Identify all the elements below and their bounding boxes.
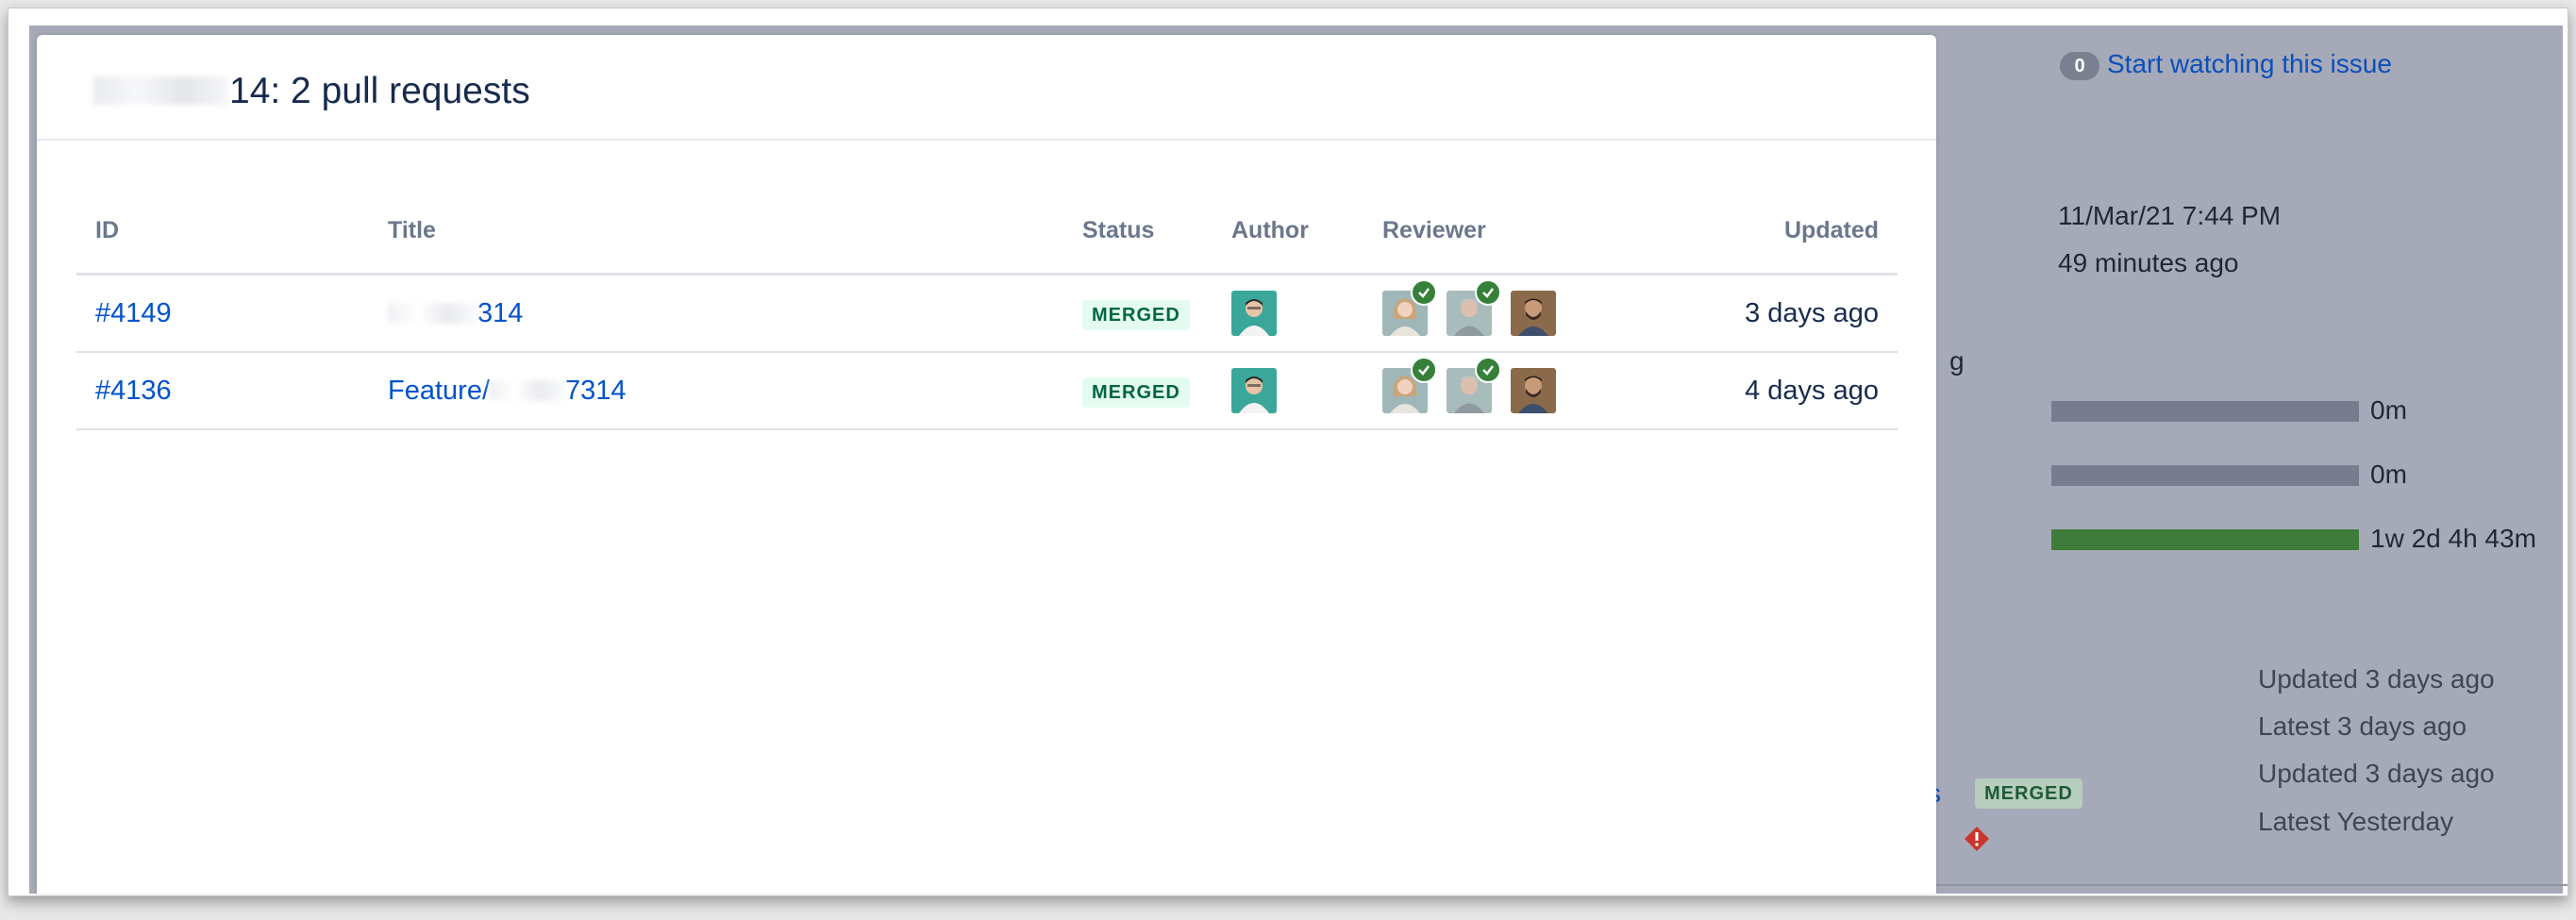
table-row: #4149 314 MERGED 3 days ago [76,274,1898,353]
dev-branches-updated: Updated 3 days ago [2258,664,2495,694]
start-watching-link[interactable]: Start watching this issue [2107,49,2392,79]
logged-bar [2051,529,2359,550]
logged-value: 1w 2d 4h 43m [2370,524,2536,553]
column-header-reviewer: Reviewer [1363,188,1590,276]
approved-check-icon [1475,357,1501,383]
dialog-title-text: 14: 2 pull requests [229,71,530,111]
avatar-teal-person-icon [1231,291,1277,336]
panel-divider [1907,884,2568,886]
watchers-count-badge: 0 [2060,52,2099,80]
pull-request-id-link[interactable]: #4136 [95,376,172,406]
dev-commits-latest: Latest 3 days ago [2258,711,2467,741]
table-header-row: ID Title Status Author Reviewer Updated [76,188,1898,276]
pull-request-title-link[interactable]: Feature/7314 [388,376,627,406]
column-header-id: ID [76,188,369,276]
redacted-title [490,379,565,401]
approved-check-icon [1475,279,1501,306]
pull-request-title-prefix: Feature/ [388,375,490,406]
dialog-header: 14: 2 pull requests [37,35,1936,141]
table-row: #4136 Feature/7314 MERGED 4 days ago [76,352,1898,430]
column-header-title: Title [369,188,1063,276]
estimated-bar [2051,401,2359,422]
redacted-title [388,302,477,324]
updated-time: 4 days ago [1590,352,1898,430]
partial-section-heading: g [1949,346,1965,376]
pull-requests-table: ID Title Status Author Reviewer Updated … [76,188,1898,430]
pull-request-title-text: 7314 [565,375,627,406]
dev-merged-lozenge: MERGED [1975,778,2083,809]
status-lozenge: MERGED [1082,376,1190,408]
reviewer-avatar[interactable] [1382,279,1437,336]
status-lozenge: MERGED [1082,299,1190,330]
avatar-bearded-man-icon [1511,368,1556,413]
reviewer-avatar[interactable] [1447,357,1501,413]
column-header-updated: Updated [1590,188,1898,276]
avatar-teal-person-icon [1231,368,1277,413]
pull-request-title-text: 314 [477,297,524,328]
avatar-bearded-man-icon [1511,291,1556,336]
remaining-bar [2051,465,2359,486]
reviewer-avatars [1382,357,1571,413]
reviewer-avatar[interactable] [1447,279,1501,336]
column-header-status: Status [1063,188,1213,276]
author-avatar[interactable] [1231,368,1277,413]
reviewer-avatars [1382,279,1571,336]
created-date: 11/Mar/21 7:44 PM [2058,201,2282,230]
dev-builds-latest: Latest Yesterday [2258,807,2454,836]
redacted-issue-key [93,76,227,105]
approved-check-icon [1411,279,1437,306]
updated-date: 49 minutes ago [2058,248,2239,277]
author-avatar[interactable] [1231,291,1277,336]
build-error-icon [1964,826,1990,852]
reviewer-avatar[interactable] [1511,368,1556,413]
pull-requests-dialog: 14: 2 pull requests ID Title Status Auth… [37,35,1936,894]
pull-request-id-link[interactable]: #4149 [95,298,172,328]
column-header-author: Author [1213,188,1363,276]
pull-request-title-link[interactable]: 314 [388,298,523,328]
dev-pull-requests-updated: Updated 3 days ago [2258,759,2495,788]
dialog-title: 14: 2 pull requests [93,71,530,112]
updated-time: 3 days ago [1590,274,1898,353]
reviewer-avatar[interactable] [1382,357,1437,413]
approved-check-icon [1411,357,1437,383]
reviewer-avatar[interactable] [1511,291,1556,336]
screenshot-frame: 0 Start watching this issue 11/Mar/21 7:… [8,8,2568,896]
remaining-value: 0m [2370,460,2407,489]
estimated-value: 0m [2370,395,2407,425]
